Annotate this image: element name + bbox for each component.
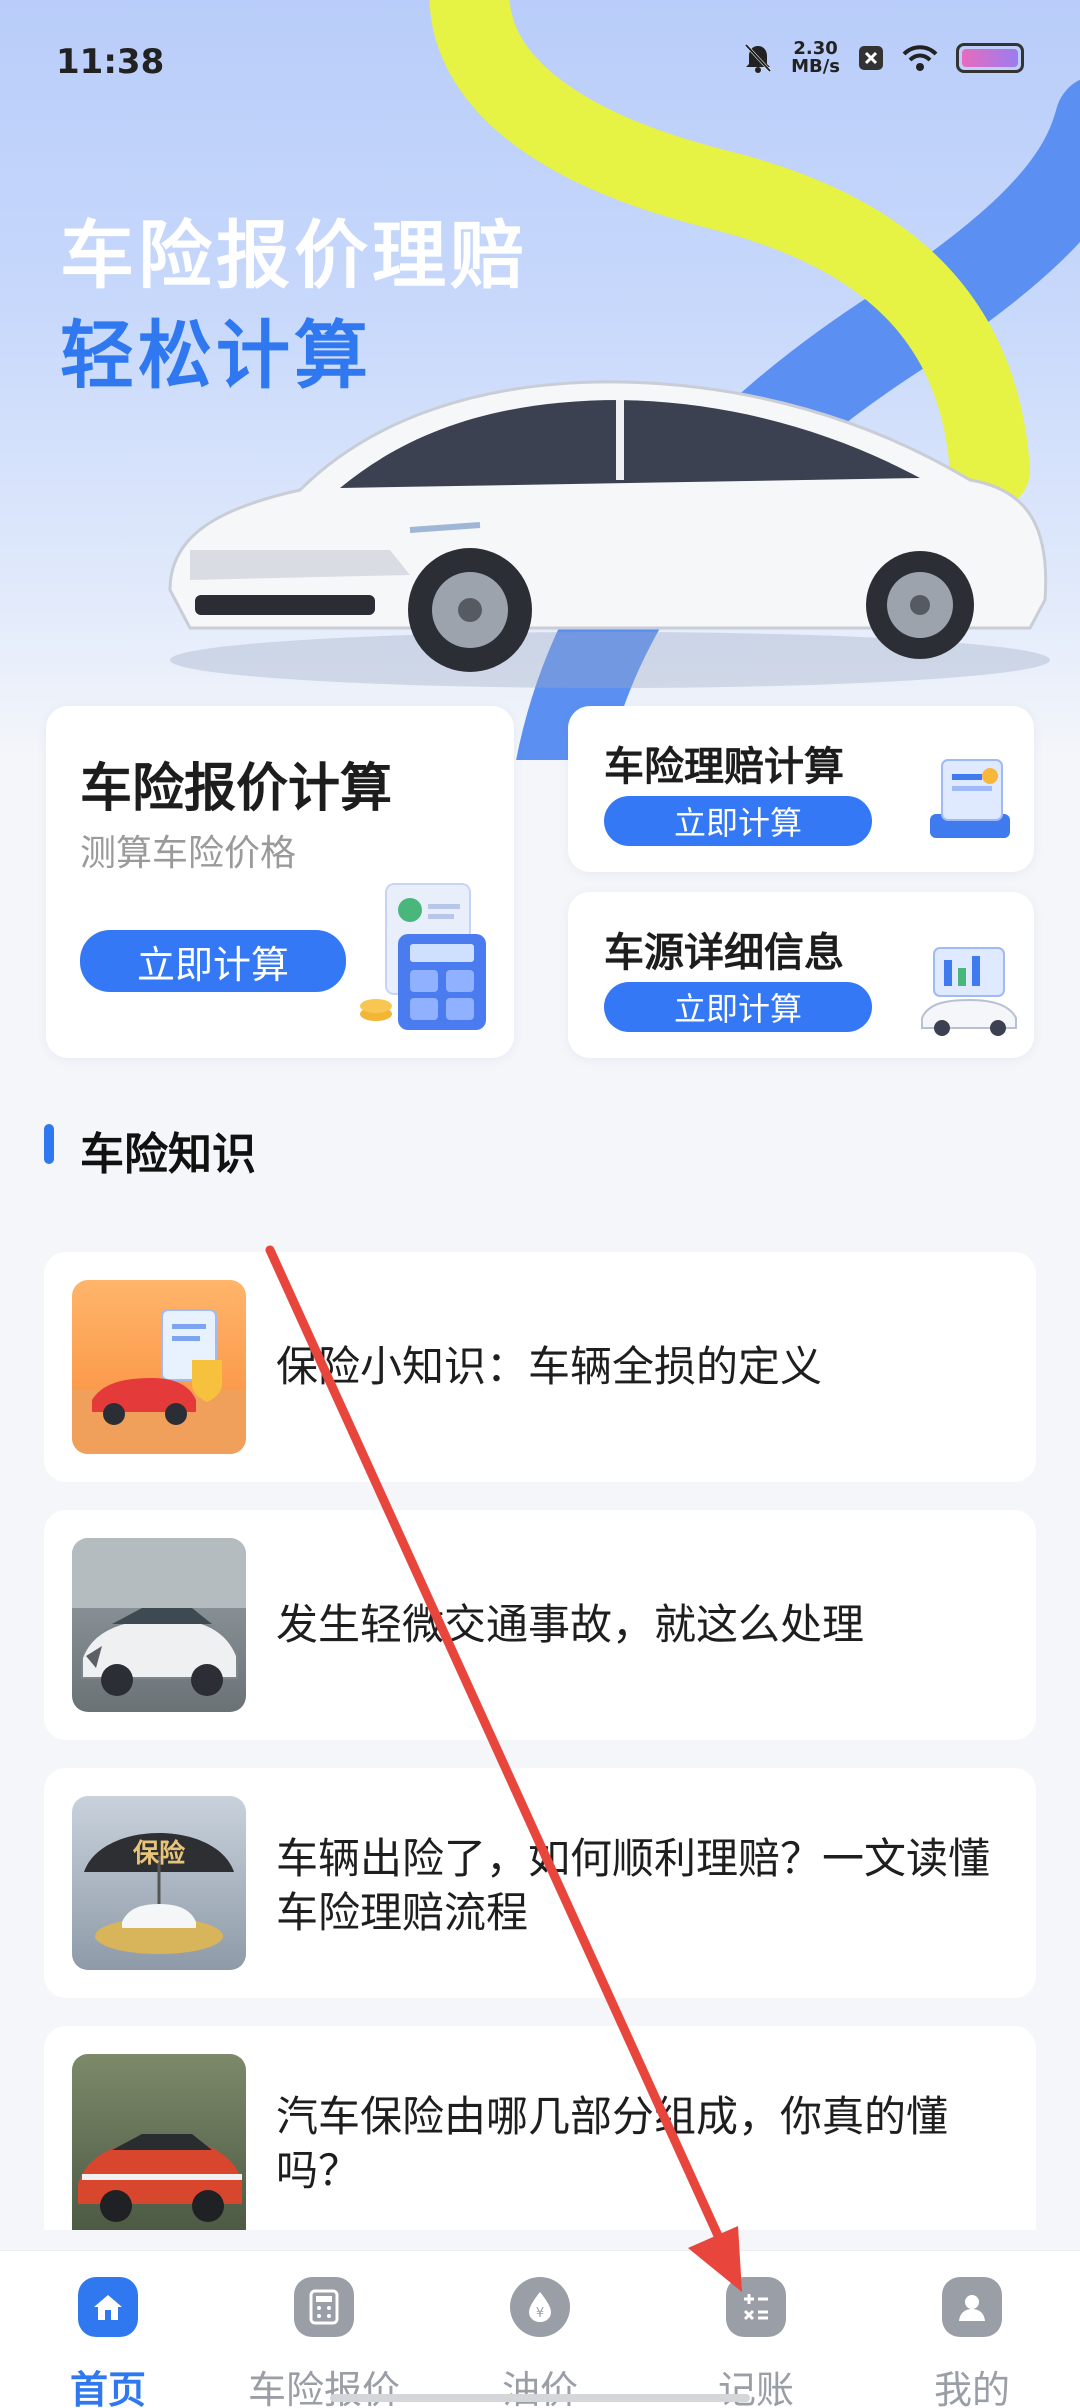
nav-quote[interactable]: 车险报价	[216, 2251, 432, 2408]
quote-card[interactable]: 车险报价计算 测算车险价格 立即计算	[46, 706, 514, 1058]
article-title: 发生轻微交通事故，就这么处理	[276, 1600, 865, 1649]
oil-drop-icon: ¥	[510, 2277, 570, 2337]
article-item[interactable]: 保险 车辆出险了，如何顺利理赔？一文读懂车险理赔流程	[44, 1768, 1036, 1998]
car-source-card-title: 车源详细信息	[604, 930, 844, 976]
accident-photo	[72, 1538, 246, 1696]
article-thumbnail	[72, 1538, 246, 1712]
hero-title: 车险报价理赔	[60, 213, 528, 299]
mute-bell-icon	[744, 43, 772, 73]
bottom-nav: 首页 车险报价 ¥ 油价 记账 我的	[0, 2250, 1080, 2408]
status-icons: 2.30 MB/s	[743, 40, 1024, 76]
car-source-card[interactable]: 车源详细信息 立即计算	[568, 892, 1034, 1058]
claim-card-title: 车险理赔计算	[604, 744, 844, 790]
knowledge-heading: 车险知识	[80, 1129, 256, 1180]
home-indicator	[330, 2394, 750, 2402]
nav-mine-label: 我的	[933, 2368, 1010, 2408]
status-time: 11:38	[56, 42, 165, 82]
bookkeeping-icon	[726, 2277, 786, 2337]
network-speed: 2.30 MB/s	[791, 40, 840, 76]
article-title: 汽车保险由哪几部分组成，你真的懂吗？	[276, 2092, 949, 2195]
quote-card-title: 车险报价计算	[80, 759, 393, 819]
nav-home-label: 首页	[69, 2368, 146, 2408]
insurance-umbrella-photo: 保险	[84, 1833, 234, 1954]
car-info-icon	[921, 947, 1017, 1036]
section-marker	[44, 1124, 54, 1164]
article-title: 保险小知识：车辆全损的定义	[276, 1342, 823, 1391]
hero-banner: 11:38 2.30 MB/s 车险报价理赔 轻松计算	[0, 0, 1080, 760]
car-illustration	[168, 380, 1050, 688]
claim-document-icon	[930, 759, 1010, 838]
speed-unit: MB/s	[791, 56, 840, 77]
article-thumbnail	[72, 1280, 246, 1454]
nav-home[interactable]: 首页	[0, 2251, 216, 2408]
calculator-icon	[294, 2277, 354, 2337]
car-source-button[interactable]: 立即计算	[604, 982, 872, 1032]
wifi-icon	[902, 45, 938, 71]
status-bar: 11:38 2.30 MB/s	[0, 0, 1080, 120]
article-thumbnail	[72, 2054, 246, 2230]
quote-calc-button[interactable]: 立即计算	[80, 930, 346, 992]
claim-card[interactable]: 车险理赔计算 立即计算	[568, 706, 1034, 872]
article-thumbnail: 保险	[72, 1796, 246, 1970]
svg-text:¥: ¥	[536, 2306, 544, 2321]
sports-car-photo	[78, 2134, 242, 2222]
battery-icon	[956, 43, 1024, 73]
umbrella-label: 保险	[132, 1838, 186, 1869]
quote-card-desc: 测算车险价格	[80, 833, 297, 874]
calculator-icon	[360, 883, 486, 1030]
article-title: 车辆出险了，如何顺利理赔？一文读懂车险理赔流程	[276, 1834, 991, 1937]
user-icon	[942, 2277, 1002, 2337]
claim-calc-button[interactable]: 立即计算	[604, 796, 872, 846]
nav-bookkeeping[interactable]: 记账	[648, 2251, 864, 2408]
home-icon	[78, 2277, 138, 2337]
article-item[interactable]: 保险小知识：车辆全损的定义	[44, 1252, 1036, 1482]
nav-mine[interactable]: 我的	[864, 2251, 1080, 2408]
total-loss-illustration	[72, 1309, 246, 1454]
nav-oil-price[interactable]: ¥ 油价	[432, 2251, 648, 2408]
article-item[interactable]: 汽车保险由哪几部分组成，你真的懂吗？	[44, 2026, 1036, 2230]
x-box-icon	[859, 46, 883, 70]
article-item[interactable]: 发生轻微交通事故，就这么处理	[44, 1510, 1036, 1740]
